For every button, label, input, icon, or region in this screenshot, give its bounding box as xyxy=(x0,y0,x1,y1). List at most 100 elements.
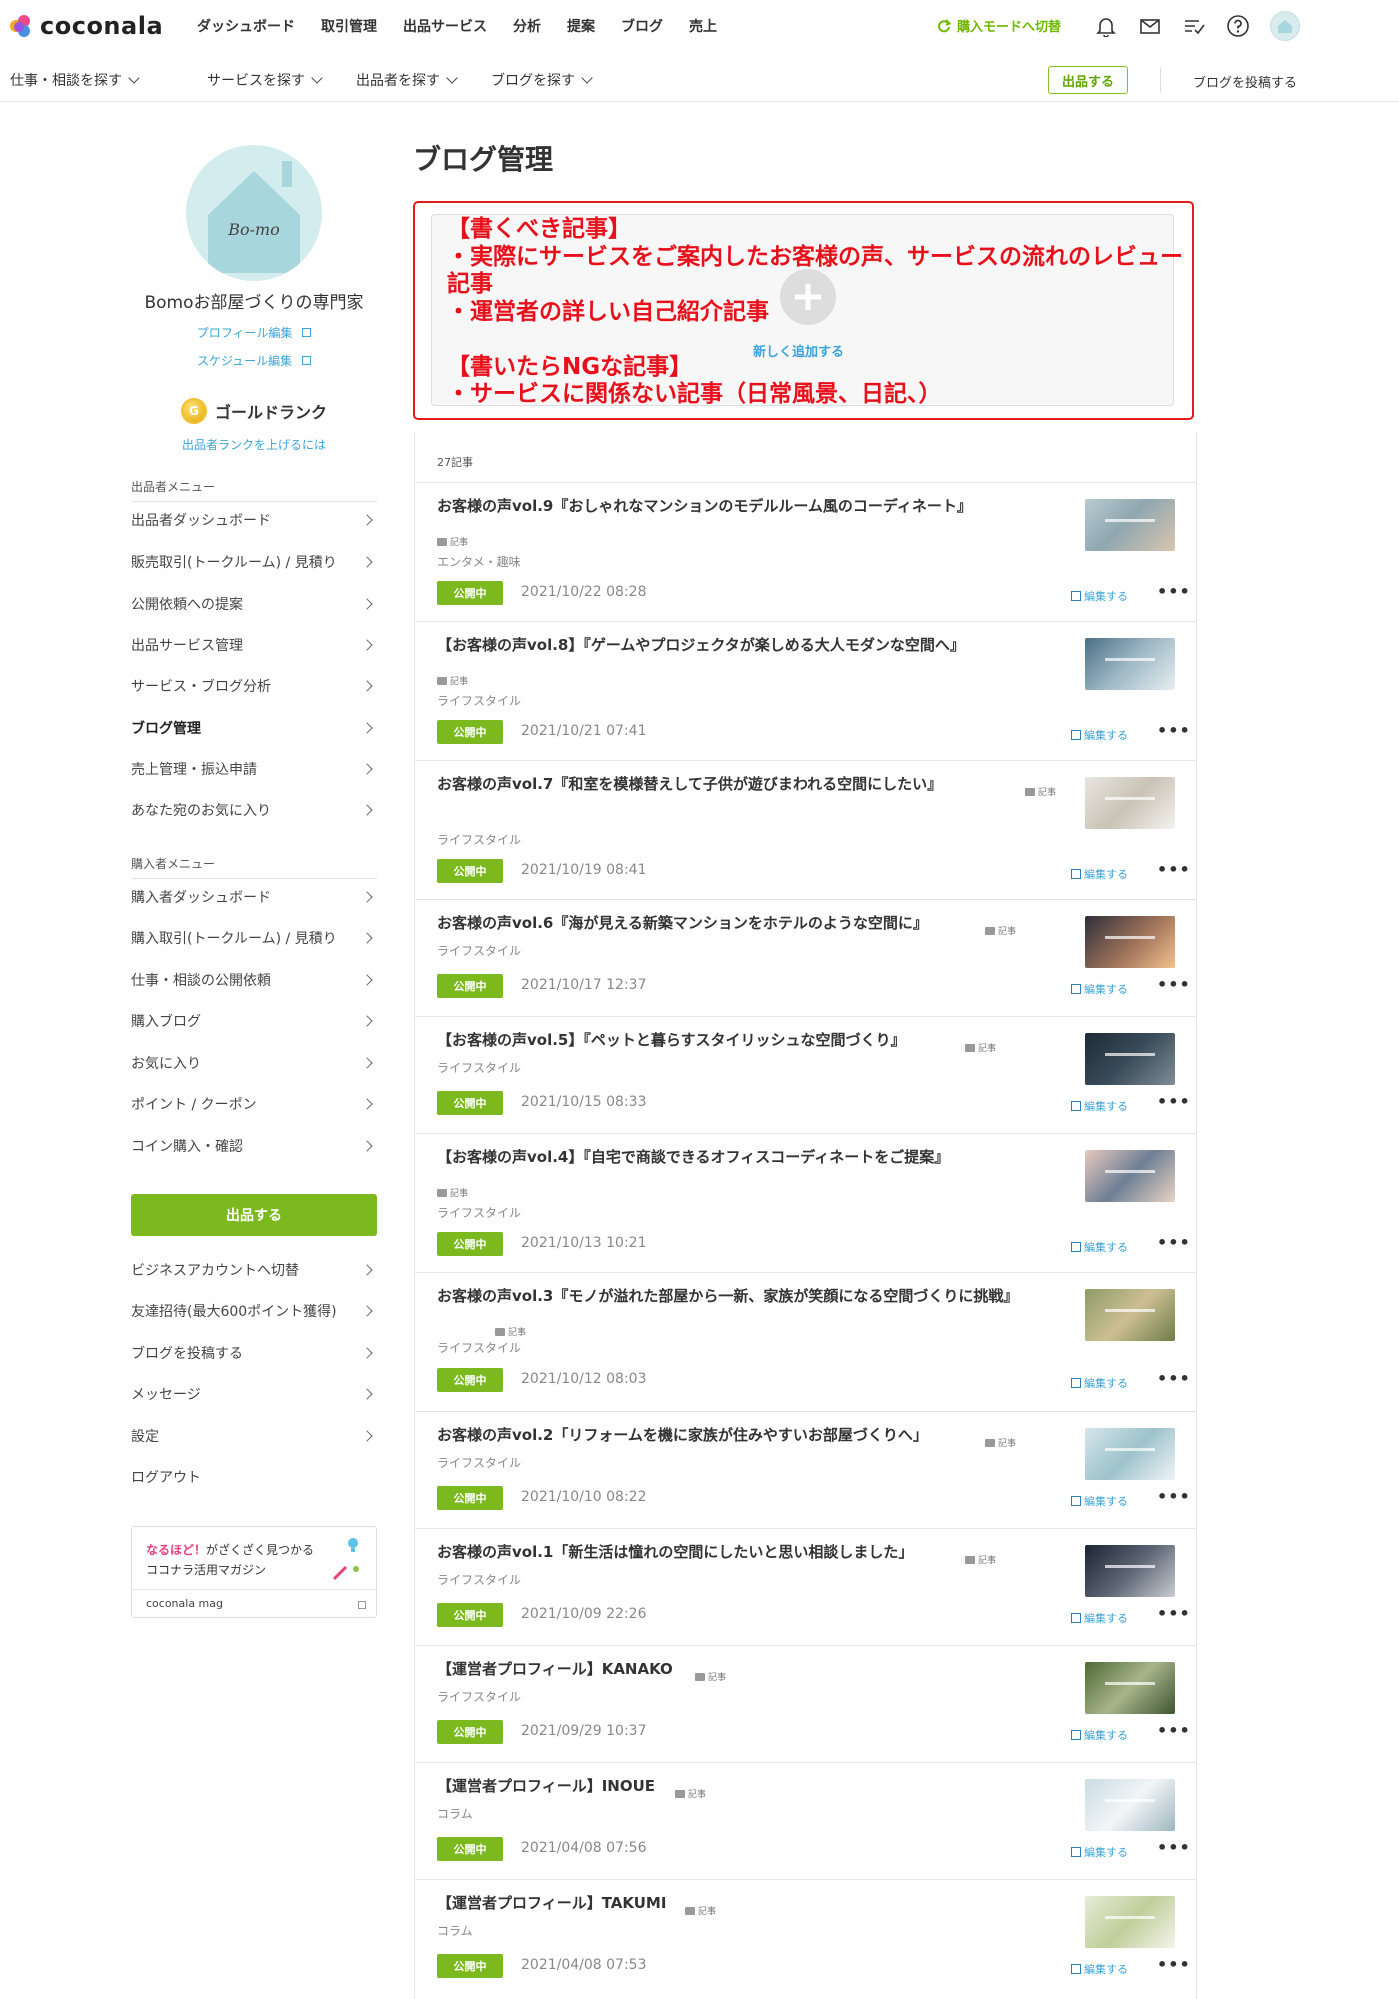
bell-icon[interactable] xyxy=(1094,14,1118,38)
menu-purchased-blogs[interactable]: 購入ブログ xyxy=(131,1010,377,1032)
more-options-button[interactable]: ••• xyxy=(1157,1721,1191,1740)
post-thumbnail[interactable] xyxy=(1085,499,1175,551)
more-options-button[interactable]: ••• xyxy=(1157,582,1191,601)
menu-analytics[interactable]: サービス・ブログ分析 xyxy=(131,675,377,697)
menu-invite-friends[interactable]: 友達招待(最大600ポイント獲得) xyxy=(131,1300,377,1322)
post-title[interactable]: 【運営者プロフィール】TAKUMI xyxy=(437,1891,1057,1916)
rank-up-link[interactable]: 出品者ランクを上げるには xyxy=(131,436,377,453)
edit-button[interactable]: 編集する xyxy=(1071,1098,1128,1114)
more-options-button[interactable]: ••• xyxy=(1157,1233,1191,1252)
table-row[interactable]: 【お客様の声vol.4】『自宅で商談できるオフィスコーディネートをご提案』 記事… xyxy=(415,1133,1196,1272)
table-row[interactable]: 【お客様の声vol.8】『ゲームやプロジェクタが楽しめる大人モダンな空間へ』 記… xyxy=(415,621,1196,760)
table-row[interactable]: お客様の声vol.6『海が見える新築マンションをホテルのような空間に』 記事 ラ… xyxy=(415,899,1196,1016)
edit-button[interactable]: 編集する xyxy=(1071,1961,1128,1977)
menu-purchase-transactions[interactable]: 購入取引(トークルーム) / 見積り xyxy=(131,927,377,949)
menu-settings[interactable]: 設定 xyxy=(131,1425,377,1447)
menu-messages[interactable]: メッセージ xyxy=(131,1383,377,1405)
table-row[interactable]: 【運営者プロフィール】KANAKO 記事 ライフスタイル 公開中 2021/09… xyxy=(415,1645,1196,1762)
table-row[interactable]: お客様の声vol.2「リフォームを機に家族が住みやすいお部屋づくりへ」 記事 ラ… xyxy=(415,1411,1196,1528)
more-options-button[interactable]: ••• xyxy=(1157,975,1191,994)
post-title[interactable]: お客様の声vol.1「新生活は憧れの空間にしたいと思い相談しました」 xyxy=(437,1540,1057,1565)
post-thumbnail[interactable] xyxy=(1085,1896,1175,1948)
table-row[interactable]: 【運営者プロフィール】TAKUMI 記事 コラム 公開中 2021/04/08 … xyxy=(415,1879,1196,1999)
post-title[interactable]: お客様の声vol.3『モノが溢れた部屋から一新、家族が笑顔になる空間づくりに挑戦… xyxy=(437,1284,1077,1309)
checklist-icon[interactable] xyxy=(1182,14,1206,38)
post-title[interactable]: 【お客様の声vol.8】『ゲームやプロジェクタが楽しめる大人モダンな空間へ』 xyxy=(437,633,1067,658)
menu-seller-dashboard[interactable]: 出品者ダッシュボード xyxy=(131,509,377,531)
nav-sales[interactable]: 売上 xyxy=(689,16,717,36)
post-thumbnail[interactable] xyxy=(1085,1150,1175,1202)
more-options-button[interactable]: ••• xyxy=(1157,1838,1191,1857)
post-thumbnail[interactable] xyxy=(1085,777,1175,829)
edit-button[interactable]: 編集する xyxy=(1071,1375,1128,1391)
menu-points-coupons[interactable]: ポイント / クーポン xyxy=(131,1093,377,1115)
edit-button[interactable]: 編集する xyxy=(1071,1239,1128,1255)
edit-button[interactable]: 編集する xyxy=(1071,981,1128,997)
help-icon[interactable] xyxy=(1226,14,1250,38)
coconala-logo[interactable]: coconala xyxy=(8,12,163,40)
menu-proposals[interactable]: 公開依頼への提案 xyxy=(131,593,377,615)
edit-button[interactable]: 編集する xyxy=(1071,1493,1128,1509)
find-sellers-dropdown[interactable]: 出品者を探す xyxy=(356,70,458,90)
menu-post-blog[interactable]: ブログを投稿する xyxy=(131,1342,377,1364)
find-blogs-dropdown[interactable]: ブログを探す xyxy=(491,70,593,90)
post-title[interactable]: お客様の声vol.2「リフォームを機に家族が住みやすいお部屋づくりへ」 xyxy=(437,1423,1057,1448)
coconala-mag-banner[interactable]: なるほど！がざくざく見つかる ココナラ活用マガジン coconala mag xyxy=(131,1526,377,1618)
menu-favorites-to-you[interactable]: あなた宛のお気に入り xyxy=(131,799,377,821)
post-thumbnail[interactable] xyxy=(1085,1033,1175,1085)
table-row[interactable]: お客様の声vol.3『モノが溢れた部屋から一新、家族が笑顔になる空間づくりに挑戦… xyxy=(415,1272,1196,1411)
find-jobs-dropdown[interactable]: 仕事・相談を探す xyxy=(10,70,140,90)
post-title[interactable]: 【お客様の声vol.5】『ペットと暮らすスタイリッシュな空間づくり』 xyxy=(437,1028,1037,1053)
more-options-button[interactable]: ••• xyxy=(1157,1369,1191,1388)
edit-button[interactable]: 編集する xyxy=(1071,1844,1128,1860)
menu-coins[interactable]: コイン購入・確認 xyxy=(131,1135,377,1157)
post-thumbnail[interactable] xyxy=(1085,916,1175,968)
profile-avatar[interactable]: Bo-mo xyxy=(186,145,322,281)
menu-favorites[interactable]: お気に入り xyxy=(131,1052,377,1074)
menu-blog-management[interactable]: ブログ管理 xyxy=(131,717,377,739)
nav-dashboard[interactable]: ダッシュボード xyxy=(197,16,295,36)
edit-schedule-link[interactable]: スケジュール編集 xyxy=(131,352,377,369)
edit-button[interactable]: 編集する xyxy=(1071,866,1128,882)
menu-buyer-dashboard[interactable]: 購入者ダッシュボード xyxy=(131,886,377,908)
post-thumbnail[interactable] xyxy=(1085,1545,1175,1597)
post-title[interactable]: 【お客様の声vol.4】『自宅で商談できるオフィスコーディネートをご提案』 xyxy=(437,1145,1067,1170)
post-title[interactable]: 【運営者プロフィール】KANAKO xyxy=(437,1657,1057,1682)
post-thumbnail[interactable] xyxy=(1085,1428,1175,1480)
nav-transactions[interactable]: 取引管理 xyxy=(321,16,377,36)
menu-sales-transactions[interactable]: 販売取引(トークルーム) / 見積り xyxy=(131,551,377,573)
post-title[interactable]: 【運営者プロフィール】INOUE xyxy=(437,1774,1057,1799)
nav-services[interactable]: 出品サービス xyxy=(403,16,487,36)
post-thumbnail[interactable] xyxy=(1085,638,1175,690)
table-row[interactable]: お客様の声vol.1「新生活は憧れの空間にしたいと思い相談しました」 記事 ライ… xyxy=(415,1528,1196,1645)
edit-profile-link[interactable]: プロフィール編集 xyxy=(131,324,377,341)
post-title[interactable]: お客様の声vol.9『おしゃれなマンションのモデルルーム風のコーディネート』 xyxy=(437,494,1067,519)
publish-button-header[interactable]: 出品する xyxy=(1048,66,1128,94)
more-options-button[interactable]: ••• xyxy=(1157,721,1191,740)
edit-button[interactable]: 編集する xyxy=(1071,1727,1128,1743)
more-options-button[interactable]: ••• xyxy=(1157,1487,1191,1506)
post-title[interactable]: お客様の声vol.6『海が見える新築マンションをホテルのような空間に』 xyxy=(437,911,1057,936)
mail-icon[interactable] xyxy=(1138,14,1162,38)
edit-button[interactable]: 編集する xyxy=(1071,588,1128,604)
switch-mode-link[interactable]: 購入モードへ切替 xyxy=(937,16,1061,35)
table-row[interactable]: お客様の声vol.7『和室を模様替えして子供が遊びまわれる空間にしたい』 記事 … xyxy=(415,760,1196,899)
more-options-button[interactable]: ••• xyxy=(1157,1092,1191,1111)
menu-logout[interactable]: ログアウト xyxy=(131,1466,377,1488)
post-thumbnail[interactable] xyxy=(1085,1779,1175,1831)
post-blog-link-header[interactable]: ブログを投稿する xyxy=(1193,72,1297,91)
more-options-button[interactable]: ••• xyxy=(1157,1955,1191,1974)
table-row[interactable]: 【お客様の声vol.5】『ペットと暮らすスタイリッシュな空間づくり』 記事 ライ… xyxy=(415,1016,1196,1133)
edit-button[interactable]: 編集する xyxy=(1071,1610,1128,1626)
nav-analytics[interactable]: 分析 xyxy=(513,16,541,36)
more-options-button[interactable]: ••• xyxy=(1157,1604,1191,1623)
table-row[interactable]: 【運営者プロフィール】INOUE 記事 コラム 公開中 2021/04/08 0… xyxy=(415,1762,1196,1879)
edit-button[interactable]: 編集する xyxy=(1071,727,1128,743)
menu-business-account[interactable]: ビジネスアカウントへ切替 xyxy=(131,1259,377,1281)
post-thumbnail[interactable] xyxy=(1085,1662,1175,1714)
table-row[interactable]: お客様の声vol.9『おしゃれなマンションのモデルルーム風のコーディネート』 記… xyxy=(415,482,1196,621)
post-thumbnail[interactable] xyxy=(1085,1289,1175,1341)
menu-service-management[interactable]: 出品サービス管理 xyxy=(131,634,377,656)
nav-proposals[interactable]: 提案 xyxy=(567,16,595,36)
menu-sales-management[interactable]: 売上管理・振込申請 xyxy=(131,758,377,780)
